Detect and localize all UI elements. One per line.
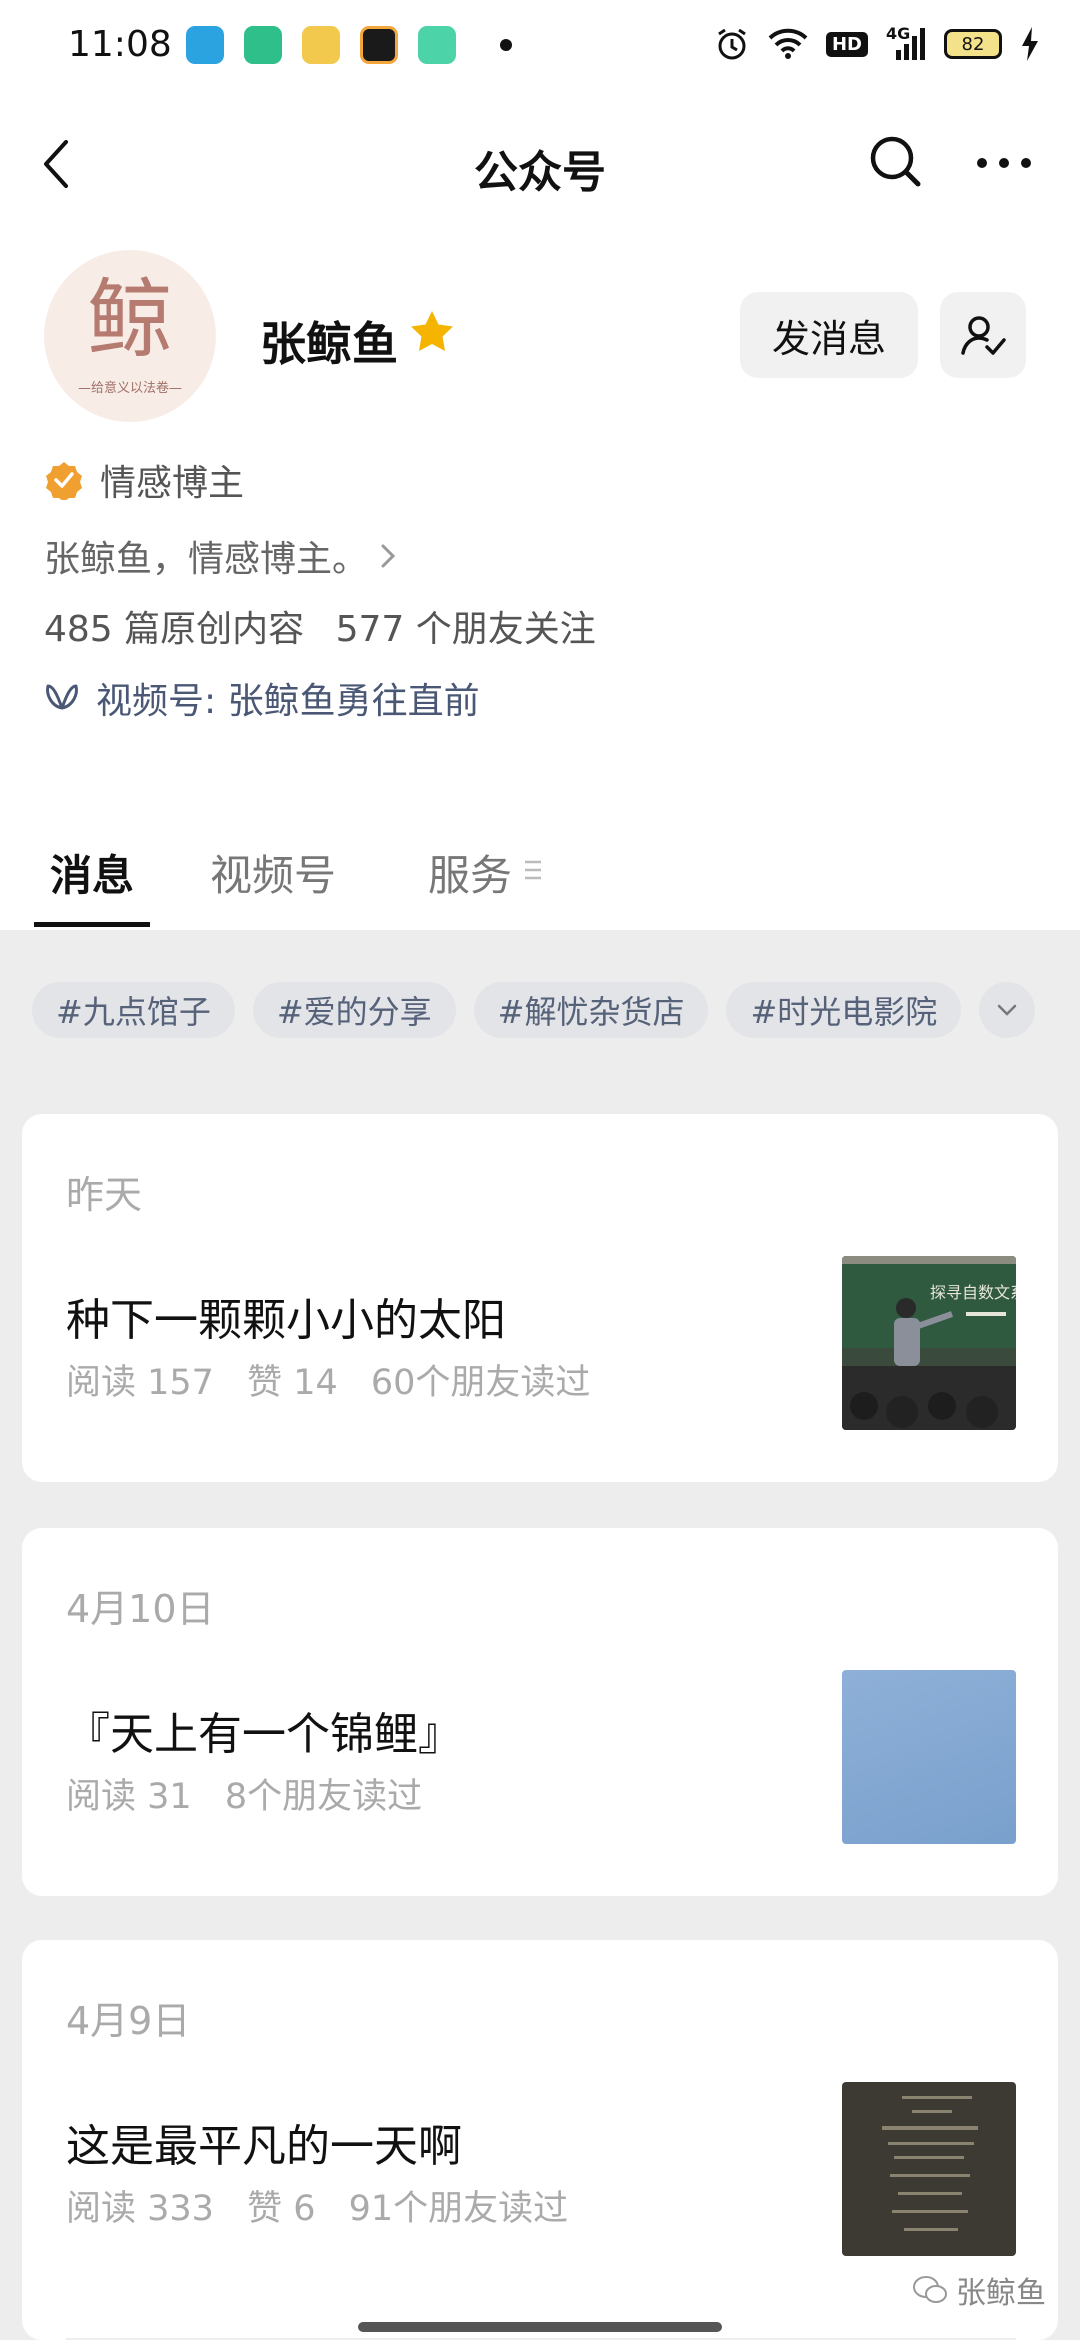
- article-thumbnail[interactable]: 探寻自数文系: [842, 1256, 1016, 1430]
- alarm-icon: [714, 24, 750, 64]
- more-options-button[interactable]: [974, 148, 1034, 178]
- chevron-down-icon: [998, 1004, 1017, 1016]
- read-count: 阅读 157: [66, 1363, 214, 1403]
- article-card[interactable]: 昨天 种下一颗颗小小的太阳 阅读 157 赞 14 60个朋友读过 探寻自数文系: [22, 1114, 1058, 1482]
- user-check-icon: [961, 316, 1006, 355]
- active-tab-indicator: [34, 922, 150, 927]
- like-count: 赞 6: [247, 2189, 316, 2229]
- tag-chip[interactable]: #解忧杂货店: [473, 982, 709, 1038]
- friend-follower-count: 577 个朋友关注: [335, 609, 596, 650]
- status-app-icons: [186, 26, 512, 64]
- expand-tags-button[interactable]: [979, 982, 1036, 1038]
- article-date: 4月9日: [66, 1999, 191, 2043]
- hd-icon: HD: [825, 24, 868, 64]
- services-menu-icon: [525, 860, 541, 880]
- classroom-photo-thumbnail: 探寻自数文系: [842, 1256, 1016, 1430]
- search-button[interactable]: [868, 132, 924, 192]
- avatar-logo-char: 鲸: [87, 269, 173, 370]
- nav-bar: 公众号: [0, 96, 1080, 230]
- article-thumbnail[interactable]: [842, 1670, 1016, 1844]
- account-bio[interactable]: 张鲸鱼，情感博主。: [44, 530, 398, 582]
- wifi-icon: [768, 24, 808, 64]
- friends-read-count: 60个朋友读过: [370, 1363, 591, 1403]
- bio-text: 张鲸鱼，情感博主。: [44, 539, 369, 580]
- weibo-app-icon: [302, 26, 340, 64]
- friends-read-count: 8个朋友读过: [224, 1777, 423, 1817]
- chevron-right-icon: [381, 544, 396, 568]
- sync-app-icon: [244, 26, 282, 64]
- battery-level: 82: [961, 33, 985, 55]
- avatar[interactable]: 鲸 —给意义以法卷—: [44, 250, 216, 422]
- account-name: 张鲸鱼: [260, 317, 398, 371]
- video-channel-icon: [46, 684, 78, 710]
- verified-badge-icon: [46, 462, 82, 500]
- article-card[interactable]: 4月9日 这是最平凡的一天啊 阅读 333 赞 6 91个朋友读过: [22, 1940, 1058, 2340]
- article-title[interactable]: 『天上有一个锦鲤』: [66, 1698, 462, 1762]
- article-date: 昨天: [66, 1173, 143, 1217]
- article-meta: 阅读 31 8个朋友读过: [66, 1768, 422, 1819]
- charging-icon: [1020, 24, 1040, 64]
- verification-label: 情感博主: [100, 463, 245, 504]
- more-dots-icon: [977, 158, 1031, 168]
- friends-read-count: 91个朋友读过: [348, 2189, 569, 2229]
- video-channel-link[interactable]: 视频号: 张鲸鱼勇往直前: [44, 672, 480, 724]
- watermark: 张鲸鱼: [912, 2268, 1046, 2312]
- status-time: 11:08: [68, 24, 172, 65]
- home-indicator[interactable]: [358, 2322, 722, 2332]
- article-meta: 阅读 333 赞 6 91个朋友读过: [66, 2180, 568, 2231]
- read-count: 阅读 333: [66, 2189, 214, 2229]
- status-indicators: HD 4G 82: [714, 24, 1040, 64]
- content-tabs: 消息 视频号 服务: [0, 800, 1080, 930]
- star-icon[interactable]: [408, 308, 456, 356]
- like-count: 赞 14: [247, 1363, 338, 1403]
- article-meta: 阅读 157 赞 14 60个朋友读过: [66, 1354, 590, 1405]
- status-bar: 11:08 HD 4G 82: [0, 0, 1080, 96]
- tab-messages[interactable]: 消息: [50, 842, 134, 903]
- dark-text-thumbnail: [842, 2082, 1016, 2256]
- article-date: 4月10日: [66, 1587, 215, 1631]
- hd-label: HD: [825, 31, 868, 57]
- article-thumbnail[interactable]: [842, 2082, 1016, 2256]
- followed-button[interactable]: [940, 292, 1026, 378]
- network-label: 4G: [886, 24, 911, 43]
- battery-icon: 82: [944, 29, 1002, 59]
- account-stats[interactable]: 485 篇原创内容 577 个朋友关注: [44, 600, 596, 652]
- tag-chip[interactable]: #九点馆子: [32, 982, 235, 1038]
- thumbnail-chalk-text: 探寻自数文系: [930, 1283, 1016, 1302]
- green-app-icon: [418, 26, 456, 64]
- send-message-button[interactable]: 发消息: [740, 292, 918, 378]
- avatar-logo-subtitle: —给意义以法卷—: [77, 380, 182, 396]
- article-count: 485 篇原创内容: [44, 609, 305, 650]
- signal-icon: 4G: [886, 24, 926, 64]
- article-title[interactable]: 这是最平凡的一天啊: [66, 2110, 462, 2174]
- telegram-app-icon: [186, 26, 224, 64]
- verification-row: 情感博主: [44, 454, 244, 506]
- dark-app-icon: [360, 26, 398, 64]
- topic-tags: #九点馆子 #爱的分享 #解忧杂货店 #时光电影院: [32, 982, 1036, 1038]
- video-channel-label: 视频号: 张鲸鱼勇往直前: [96, 681, 480, 722]
- search-icon: [870, 136, 921, 187]
- notification-dot-icon: [500, 39, 512, 51]
- tag-chip[interactable]: #爱的分享: [252, 982, 456, 1038]
- wechat-icon: [913, 2276, 947, 2303]
- tag-chip[interactable]: #时光电影院: [726, 982, 962, 1038]
- watermark-text: 张鲸鱼: [956, 2276, 1046, 2311]
- read-count: 阅读 31: [66, 1777, 192, 1817]
- article-title[interactable]: 种下一颗颗小小的太阳: [66, 1284, 506, 1348]
- tab-video-channel[interactable]: 视频号: [210, 842, 336, 903]
- tab-services[interactable]: 服务: [428, 842, 512, 903]
- article-card[interactable]: 4月10日 『天上有一个锦鲤』 阅读 31 8个朋友读过: [22, 1528, 1058, 1896]
